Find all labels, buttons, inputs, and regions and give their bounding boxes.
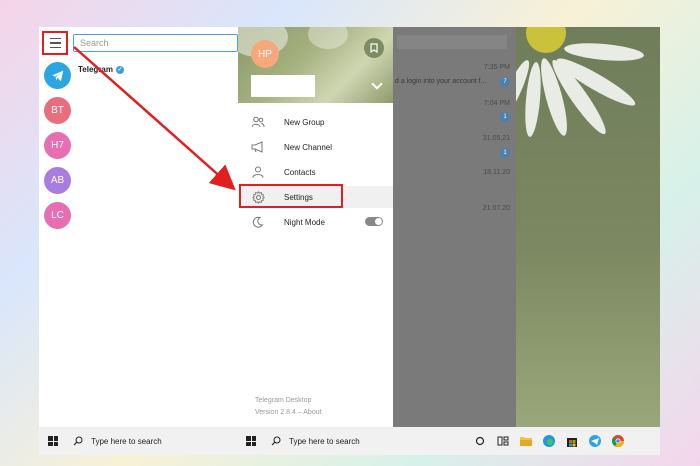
chat-list-search-dim (397, 35, 507, 49)
daisy-petal (563, 40, 645, 64)
avatar-initials: BT (51, 105, 64, 116)
windows-taskbar: Type here to search Type here to search (39, 427, 660, 455)
store-icon[interactable] (563, 432, 581, 450)
chat-background-image (516, 27, 660, 427)
menu-line-icon (49, 42, 61, 44)
menu-item-contacts[interactable]: Contacts (242, 161, 393, 183)
menu-footer: Telegram Desktop Version 2.8.4 – About (255, 395, 322, 419)
moon-icon (251, 215, 265, 229)
unread-badge: 7 (500, 77, 510, 87)
unread-badge: 1 (500, 148, 510, 158)
search-icon (73, 436, 83, 446)
message-time: 7:35 PM (483, 64, 510, 71)
search-input[interactable]: Search (73, 34, 238, 52)
chat-avatar-ab[interactable]: AB (44, 167, 71, 194)
avatar-initials: AB (50, 175, 65, 186)
search-placeholder: Type here to search (91, 436, 162, 446)
app-name-label: Telegram Desktop (255, 397, 312, 404)
people-icon (251, 115, 265, 129)
profile-avatar[interactable]: HP (251, 40, 279, 68)
file-explorer-icon[interactable] (517, 432, 535, 450)
header-flower (308, 27, 348, 49)
menu-line-icon (49, 46, 61, 49)
bookmark-icon (370, 43, 378, 53)
message-time: 18.11.20 (483, 169, 510, 176)
chrome-icon[interactable] (609, 432, 627, 450)
telegram-chat-name[interactable]: Telegram ✓ (78, 65, 124, 74)
version-link[interactable]: Version 2.8.4 – About (255, 407, 322, 419)
start-button[interactable] (39, 427, 67, 455)
unread-badge: 1 (500, 112, 510, 122)
verified-icon: ✓ (115, 65, 124, 74)
message-time: 21.07.20 (482, 205, 510, 212)
taskbar-search-box[interactable]: Type here to search (265, 427, 463, 455)
start-button[interactable] (237, 427, 265, 455)
avatar-initials: H7 (51, 140, 64, 151)
chat-avatar-bt[interactable]: BT (44, 97, 71, 124)
menu-item-new-group[interactable]: New Group (242, 111, 393, 133)
person-icon (251, 165, 265, 179)
telegram-avatar[interactable] (44, 62, 71, 89)
chat-list-dimmed: 7:35 PM d a login into your account f...… (393, 27, 516, 427)
main-menu-panel: HP New Group New Channel Contacts Settin… (238, 27, 393, 427)
avatar-initials: HP (258, 48, 272, 60)
app-window: Search Telegram ✓ BT H7 AB LC 7:35 PM d … (39, 27, 660, 455)
chevron-down-icon[interactable] (371, 78, 383, 90)
task-view-icon[interactable] (471, 432, 489, 450)
avatar-initials: LC (51, 210, 64, 221)
windows-logo-icon (48, 436, 58, 446)
menu-item-label: New Group (284, 117, 325, 127)
message-time: 7:04 PM (483, 100, 510, 107)
message-preview: d a login into your account f... (395, 78, 487, 85)
telegram-taskbar-icon[interactable] (586, 432, 604, 450)
hamburger-menu-button[interactable] (42, 31, 68, 55)
daisy-center (526, 27, 566, 53)
profile-name (251, 75, 315, 97)
menu-line-icon (49, 37, 61, 40)
widgets-icon[interactable] (494, 432, 512, 450)
settings-highlight-box (239, 184, 343, 208)
windows-logo-icon (246, 436, 256, 446)
search-icon (271, 436, 281, 446)
taskbar-app-icons (471, 432, 627, 450)
night-mode-toggle[interactable] (365, 217, 383, 226)
message-time: 31.05.21 (482, 135, 510, 142)
edge-browser-icon[interactable] (540, 432, 558, 450)
megaphone-icon (251, 140, 265, 154)
menu-item-label: New Channel (284, 142, 333, 152)
menu-item-label: Contacts (284, 167, 316, 177)
menu-item-night-mode[interactable]: Night Mode (242, 211, 393, 233)
taskbar-search-box[interactable]: Type here to search (67, 427, 237, 455)
menu-item-new-channel[interactable]: New Channel (242, 136, 393, 158)
chat-avatar-h7[interactable]: H7 (44, 132, 71, 159)
telegram-plane-icon (51, 70, 63, 81)
search-placeholder: Type here to search (289, 436, 360, 446)
menu-item-label: Night Mode (284, 217, 325, 227)
chat-avatar-lc[interactable]: LC (44, 202, 71, 229)
chat-folder-panel: Search Telegram ✓ BT H7 AB LC (39, 27, 238, 427)
saved-messages-button[interactable] (364, 38, 384, 58)
chat-name-label: Telegram (78, 65, 113, 74)
menu-header: HP (238, 27, 393, 103)
